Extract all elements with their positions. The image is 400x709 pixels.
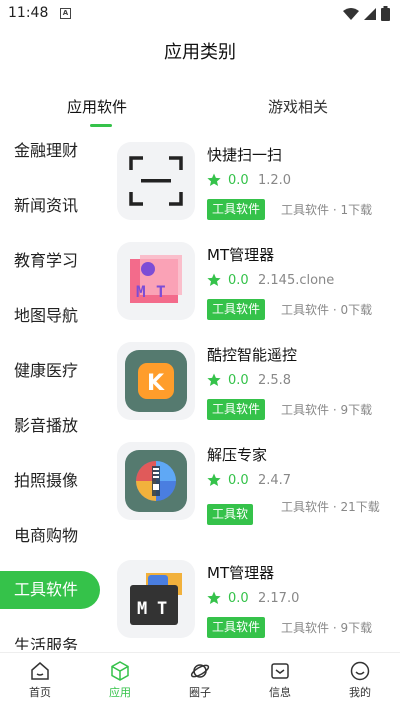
sidebar-item-health[interactable]: 健康医疗 (0, 352, 104, 390)
app-rating: 0.0 (228, 373, 249, 388)
star-icon (207, 591, 221, 604)
nav-home[interactable]: 首页 (15, 661, 65, 700)
star-icon (207, 373, 221, 386)
nav-home-label: 首页 (29, 686, 51, 699)
app-meta: 工具软件 · 9下载 (281, 403, 373, 417)
app-name: 解压专家 (207, 446, 268, 464)
cube-icon (111, 661, 129, 681)
sidebar-item-camera[interactable]: 拍照摄像 (0, 462, 104, 500)
smile-icon (350, 661, 370, 681)
home-icon (31, 662, 49, 680)
star-icon (207, 273, 221, 286)
sidebar-item-finance[interactable]: 金融理财 (0, 132, 104, 170)
category-sidebar: 金融理财 新闻资讯 教育学习 地图导航 健康医疗 影音播放 拍照摄像 电商购物 … (0, 128, 104, 650)
nav-apps-label: 应用 (109, 686, 131, 699)
category-badge: 工具软件 (207, 199, 266, 220)
sidebar-item-education[interactable]: 教育学习 (0, 242, 104, 280)
mt-manager-dark-icon: M T (117, 560, 195, 638)
app-version: 2.17.0 (258, 591, 300, 606)
wifi-icon (343, 7, 359, 20)
app-name: MT管理器 (207, 564, 275, 582)
sidebar-item-maps[interactable]: 地图导航 (0, 297, 104, 335)
category-badge: 工具软件 (207, 617, 266, 638)
signal-icon (364, 7, 376, 20)
svg-text:M: M (137, 599, 147, 619)
app-version: 1.2.0 (258, 173, 292, 188)
tab-apps[interactable]: 应用软件 (67, 96, 127, 117)
sidebar-item-life[interactable]: 生活服务 (0, 627, 104, 650)
app-rating: 0.0 (228, 591, 249, 606)
sidebar-item-news[interactable]: 新闻资讯 (0, 187, 104, 225)
app-list-item[interactable]: 解压专家 0.0 2.4.7 工具软 工具软件 · 21下载 (117, 430, 392, 530)
battery-icon (381, 6, 390, 21)
app-list-item[interactable]: K 酷控智能遥控 0.0 2.5.8 工具软件 工具软件 · 9下载 (117, 330, 392, 430)
svg-text:T: T (157, 599, 167, 619)
scan-icon (117, 142, 195, 220)
tab-games[interactable]: 游戏相关 (268, 96, 328, 117)
app-rating: 0.0 (228, 473, 249, 488)
status-icons (343, 6, 390, 21)
sidebar-item-shopping[interactable]: 电商购物 (0, 517, 104, 555)
planet-icon (190, 664, 210, 678)
nav-profile[interactable]: 我的 (335, 661, 385, 700)
category-badge: 工具软件 (207, 399, 266, 420)
app-version: 2.5.8 (258, 373, 292, 388)
app-meta: 工具软件 · 9下载 (281, 621, 373, 635)
category-badge: 工具软 (207, 504, 254, 525)
nav-messages-label: 信息 (269, 686, 291, 699)
nav-messages[interactable]: 信息 (255, 661, 305, 700)
mt-manager-icon: M T (117, 242, 195, 320)
app-rating: 0.0 (228, 273, 249, 288)
message-icon (271, 663, 289, 679)
category-badge: 工具软件 (207, 299, 266, 320)
bottom-nav: 首页 应用 圈子 信息 我的 (0, 652, 400, 709)
nav-profile-label: 我的 (349, 686, 371, 699)
svg-text:T: T (156, 282, 166, 301)
nav-circle[interactable]: 圈子 (175, 661, 225, 700)
nav-apps[interactable]: 应用 (95, 661, 145, 700)
star-icon (207, 173, 221, 186)
app-list-item[interactable]: 快捷扫一扫 0.0 1.2.0 工具软件 工具软件 · 1下载 (117, 130, 392, 230)
app-meta: 工具软件 · 0下载 (281, 303, 373, 317)
sidebar-item-media[interactable]: 影音播放 (0, 407, 104, 445)
nav-circle-label: 圈子 (189, 686, 211, 699)
app-version: 2.4.7 (258, 473, 292, 488)
tab-indicator (90, 124, 112, 127)
app-meta: 工具软件 · 1下载 (281, 203, 373, 217)
zip-icon (117, 442, 195, 520)
app-name: 酷控智能遥控 (207, 346, 298, 364)
app-list-item[interactable]: M T MT管理器 0.0 2.145.clone 工具软件 工具软件 · 0下… (117, 230, 392, 330)
app-name: 快捷扫一扫 (207, 146, 283, 164)
app-version: 2.145.clone (258, 273, 335, 288)
status-bar: 11:48 A (0, 0, 400, 28)
app-name: MT管理器 (207, 246, 275, 264)
app-list-item[interactable]: M T MT管理器 0.0 2.17.0 工具软件 工具软件 · 9下载 (117, 548, 392, 648)
svg-text:K: K (147, 371, 165, 396)
page-title: 应用类别 (164, 42, 236, 63)
svg-text:M: M (136, 282, 146, 301)
star-icon (207, 473, 221, 486)
status-time: 11:48 (8, 5, 49, 21)
kukong-icon: K (117, 342, 195, 420)
sidebar-item-tools[interactable]: 工具软件 (0, 571, 100, 609)
app-rating: 0.0 (228, 173, 249, 188)
app-meta: 工具软件 · 21下载 (281, 500, 380, 514)
notification-a-icon: A (60, 8, 71, 19)
